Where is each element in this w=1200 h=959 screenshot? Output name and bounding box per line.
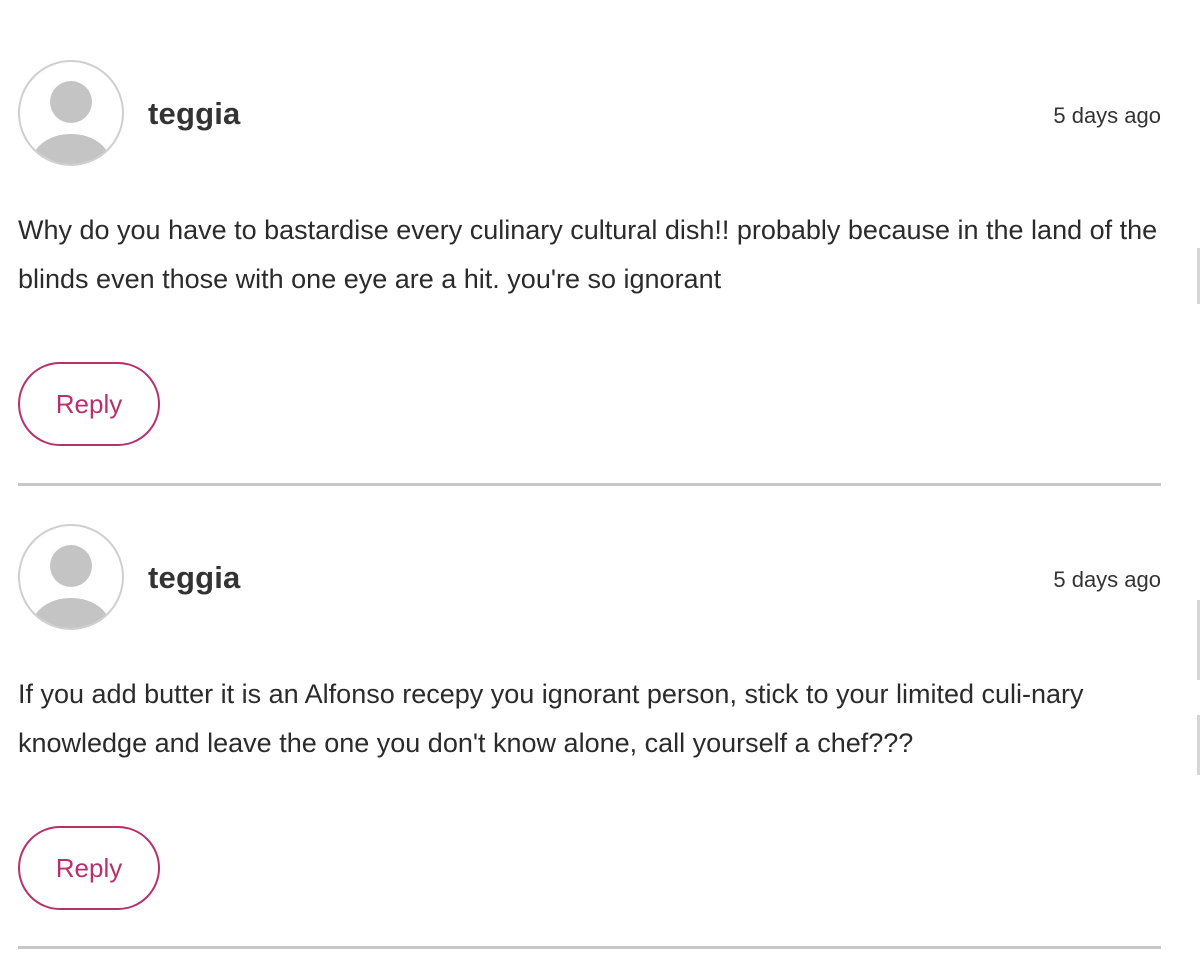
comments-page: teggia 5 days ago Why do you have to bas… — [0, 0, 1200, 959]
user-avatar-icon — [18, 60, 124, 166]
comment-divider — [18, 946, 1161, 949]
comment-timestamp: 5 days ago — [1053, 567, 1161, 592]
comment-author[interactable]: teggia — [148, 560, 241, 596]
comment-text: Why do you have to bastardise every culi… — [18, 215, 1158, 294]
comment-timestamp: 5 days ago — [1053, 103, 1161, 128]
comment-author[interactable]: teggia — [148, 96, 241, 132]
user-avatar-icon — [18, 524, 124, 630]
comment-divider — [18, 483, 1161, 486]
reply-button[interactable]: Reply — [18, 362, 160, 446]
comment-text: If you add butter it is an Alfonso recep… — [18, 679, 1084, 758]
reply-button[interactable]: Reply — [18, 826, 160, 910]
